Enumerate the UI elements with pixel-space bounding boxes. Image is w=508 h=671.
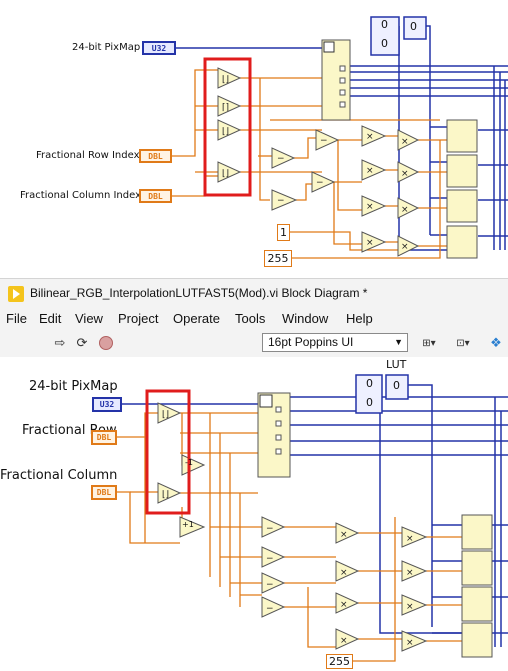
svg-text:×: × bbox=[366, 132, 374, 142]
svg-text:×: × bbox=[366, 166, 374, 176]
distribute-objects-icon[interactable]: ⊡▾ bbox=[450, 334, 476, 352]
bottom-col-label: Fractional Column bbox=[0, 468, 118, 483]
labview-app-icon bbox=[8, 286, 24, 302]
svg-text:⌊⌋: ⌊⌋ bbox=[222, 126, 229, 137]
svg-text:⌊⌋: ⌊⌋ bbox=[162, 409, 169, 420]
decrement-node-label: -1 bbox=[185, 458, 193, 467]
window-title-bar: Bilinear_RGB_InterpolationLUTFAST5(Mod).… bbox=[0, 278, 508, 309]
bottom-lut-label: LUT bbox=[386, 358, 407, 371]
svg-text:×: × bbox=[340, 600, 348, 610]
menu-file[interactable]: File bbox=[6, 311, 27, 326]
svg-text:⌊⌋: ⌊⌋ bbox=[162, 489, 169, 500]
bottom-block-diagram: ⌊⌋ ⌊⌋ − − − − × × × × × × × × 24-bit PixMap U32… bbox=[0, 357, 508, 671]
top-array-element: 0 bbox=[410, 20, 417, 33]
svg-text:×: × bbox=[366, 238, 374, 248]
svg-text:×: × bbox=[340, 636, 348, 646]
top-col-index-label: Fractional Column Index bbox=[20, 190, 142, 201]
svg-text:×: × bbox=[340, 530, 348, 540]
top-block-diagram: ⌊⌋ ⌈⌉ ⌊⌋ ⌊⌋ − − − − × × × × × × × × 24-bit PixMa bbox=[0, 0, 508, 278]
svg-text:×: × bbox=[401, 205, 409, 215]
svg-text:−: − bbox=[277, 154, 285, 164]
svg-text:×: × bbox=[401, 169, 409, 179]
menu-operate[interactable]: Operate bbox=[173, 311, 220, 326]
top-row-index-terminal[interactable]: DBL bbox=[139, 149, 172, 163]
svg-text:⌊⌋: ⌊⌋ bbox=[222, 74, 229, 85]
menu-view[interactable]: View bbox=[75, 311, 103, 326]
bottom-array-value-2: 0 bbox=[366, 396, 373, 409]
bottom-row-terminal[interactable]: DBL bbox=[91, 430, 117, 445]
run-arrow-icon[interactable]: ⇨ bbox=[50, 334, 70, 352]
toolbar: ⇨ ⟳ 16pt Poppins UI ▼ ⊞▾ ⊡▾ ❖ bbox=[0, 330, 508, 358]
svg-text:×: × bbox=[406, 568, 414, 578]
svg-text:×: × bbox=[401, 137, 409, 147]
top-row-index-label: Fractional Row Index bbox=[36, 150, 140, 161]
abort-icon[interactable] bbox=[96, 334, 116, 352]
menu-tools[interactable]: Tools bbox=[235, 311, 265, 326]
top-pixmap-label: 24-bit PixMap bbox=[72, 42, 141, 53]
svg-text:×: × bbox=[340, 568, 348, 578]
align-objects-icon[interactable]: ⊞▾ bbox=[416, 334, 442, 352]
svg-text:−: − bbox=[277, 196, 285, 206]
svg-text:−: − bbox=[316, 178, 324, 188]
top-constant-255[interactable]: 255 bbox=[264, 250, 292, 267]
svg-text:×: × bbox=[401, 242, 409, 252]
cleanup-diagram-icon[interactable]: ❖ bbox=[486, 334, 506, 352]
svg-text:⌊⌋: ⌊⌋ bbox=[222, 168, 229, 179]
chevron-down-icon: ▼ bbox=[394, 337, 403, 347]
svg-text:×: × bbox=[406, 638, 414, 648]
bottom-array-value-1: 0 bbox=[366, 377, 373, 390]
bottom-constant-255[interactable]: 255 bbox=[326, 654, 353, 669]
svg-text:⌈⌉: ⌈⌉ bbox=[222, 103, 229, 113]
svg-text:×: × bbox=[406, 534, 414, 544]
bottom-array-element: 0 bbox=[393, 379, 400, 392]
svg-text:−: − bbox=[266, 554, 274, 564]
svg-text:−: − bbox=[266, 580, 274, 590]
menu-bar: File Edit View Project Operate Tools Win… bbox=[0, 308, 508, 330]
top-col-index-terminal[interactable]: DBL bbox=[139, 189, 172, 203]
menu-edit[interactable]: Edit bbox=[39, 311, 61, 326]
font-select[interactable]: 16pt Poppins UI ▼ bbox=[262, 333, 408, 352]
bottom-pixmap-terminal[interactable]: U32 bbox=[92, 397, 122, 412]
window-title: Bilinear_RGB_InterpolationLUTFAST5(Mod).… bbox=[30, 286, 368, 300]
run-continuously-icon[interactable]: ⟳ bbox=[72, 334, 92, 352]
top-array-value-1: 0 bbox=[381, 18, 388, 31]
svg-text:×: × bbox=[406, 602, 414, 612]
top-pixmap-terminal[interactable]: U32 bbox=[142, 41, 176, 55]
bottom-wires-canvas: ⌊⌋ ⌊⌋ − − − − × × × × × × × × bbox=[117, 374, 508, 662]
bottom-col-terminal[interactable]: DBL bbox=[91, 485, 117, 500]
menu-help[interactable]: Help bbox=[346, 311, 373, 326]
menu-project[interactable]: Project bbox=[118, 311, 158, 326]
svg-text:×: × bbox=[366, 202, 374, 212]
top-constant-one[interactable]: 1 bbox=[277, 224, 290, 241]
increment-node-label: +1 bbox=[182, 520, 194, 529]
bottom-pixmap-label: 24-bit PixMap bbox=[29, 379, 118, 394]
svg-text:−: − bbox=[266, 524, 274, 534]
font-select-value: 16pt Poppins UI bbox=[268, 335, 354, 349]
top-array-value-2: 0 bbox=[381, 37, 388, 50]
menu-window[interactable]: Window bbox=[282, 311, 328, 326]
svg-text:−: − bbox=[320, 136, 328, 146]
svg-text:−: − bbox=[266, 604, 274, 614]
